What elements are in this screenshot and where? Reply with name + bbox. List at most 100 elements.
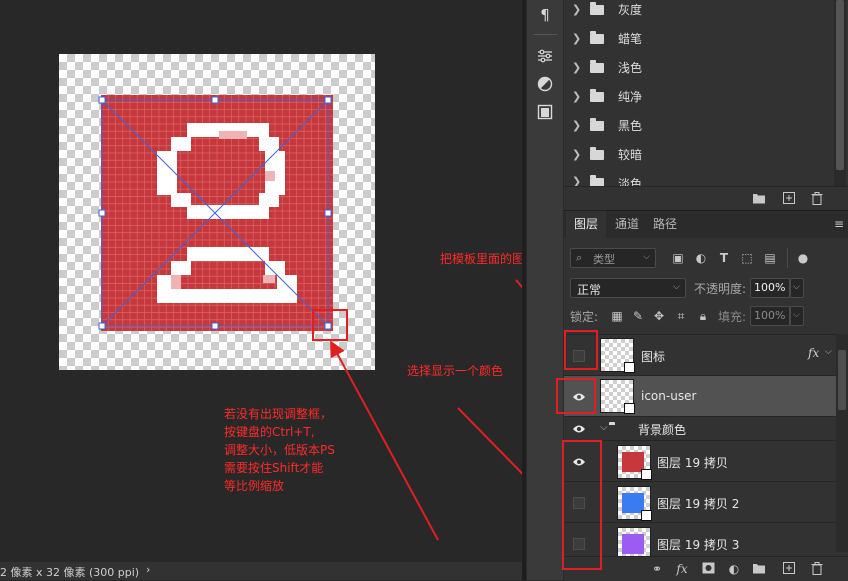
annotation-line: 等比例缩放 bbox=[224, 479, 285, 493]
link-layers-icon[interactable]: ⚭ bbox=[650, 562, 664, 576]
chevron-right-icon[interactable]: ❯ bbox=[572, 32, 586, 45]
right-panel: ❯ 灰度 ❯ 蜡笔 ❯ 浅色 ❯ 纯净 ❯ 黑色 ❯ 较暗 ❯ 淡色 图层 通道… bbox=[564, 0, 848, 581]
lock-all-icon[interactable]: 🔒︎ bbox=[696, 309, 710, 323]
lock-artboard-icon[interactable]: ⌗ bbox=[674, 309, 688, 323]
chevron-down-icon[interactable]: ⌵ bbox=[825, 347, 832, 357]
adjustments-icon[interactable] bbox=[535, 74, 555, 94]
layer-row[interactable]: 图标 fx ⌵ bbox=[564, 334, 836, 376]
annotation-line: 需要按住Shift才能 bbox=[224, 461, 324, 475]
adjustment-filter-icon[interactable]: ◐ bbox=[694, 251, 708, 265]
layer-group-row[interactable]: ⌵ 背景颜色 bbox=[564, 416, 836, 441]
lock-position-icon[interactable]: ✥ bbox=[652, 309, 666, 323]
layer-thumbnail bbox=[617, 486, 652, 521]
chevron-down-icon: ⌵ bbox=[673, 282, 680, 292]
adjustment-preset-folder[interactable]: ❯ 蜡笔 bbox=[564, 24, 834, 53]
folder-icon bbox=[590, 30, 604, 44]
adjustment-preset-folder[interactable]: ❯ 纯净 bbox=[564, 82, 834, 111]
search-icon: ⌕ bbox=[576, 251, 583, 264]
tab-paths[interactable]: 路径 bbox=[645, 211, 685, 238]
scrollbar-thumb[interactable] bbox=[838, 350, 846, 410]
adjustment-preset-folder[interactable]: ❯ 较暗 bbox=[564, 140, 834, 169]
fill-dropdown[interactable]: ⌵ bbox=[790, 306, 804, 326]
image-filter-icon[interactable]: ▣ bbox=[671, 251, 685, 265]
handle-highlight-box bbox=[312, 309, 348, 341]
adjustment-preset-folder[interactable]: ❯ 灰度 bbox=[564, 0, 834, 24]
panel-menu-icon[interactable]: ≡ bbox=[834, 217, 844, 231]
filter-toggle-icon[interactable]: ● bbox=[796, 251, 810, 265]
blend-row: 正常 ⌵ 不透明度: 100% ⌵ bbox=[564, 276, 848, 300]
chevron-right-icon[interactable]: ❯ bbox=[572, 90, 586, 103]
paragraph-icon[interactable]: ¶ bbox=[535, 5, 555, 25]
lock-transparent-icon[interactable]: ▦ bbox=[610, 309, 624, 323]
shape-filter-icon[interactable]: ⬚ bbox=[740, 251, 754, 265]
new-preset-icon[interactable] bbox=[782, 192, 796, 206]
tab-layers[interactable]: 图层 bbox=[566, 211, 607, 238]
fill-input[interactable]: 100% bbox=[750, 306, 790, 326]
trash-icon[interactable] bbox=[810, 192, 824, 206]
opacity-input[interactable]: 100% bbox=[750, 278, 790, 298]
trash-icon[interactable] bbox=[810, 562, 824, 576]
visibility-toggle[interactable] bbox=[564, 417, 594, 441]
layer-row[interactable]: 图层 19 拷贝 3 bbox=[564, 522, 836, 557]
styles-icon[interactable] bbox=[535, 102, 555, 122]
filter-kind-select[interactable]: ⌕ 类型 ⌵ bbox=[570, 248, 656, 268]
smart-object-badge-icon bbox=[624, 403, 635, 414]
adjustment-layer-icon[interactable]: ◐ bbox=[727, 562, 741, 576]
layer-thumbnail bbox=[600, 338, 635, 373]
chevron-down-icon: ⌵ bbox=[793, 282, 800, 292]
layer-name: 图标 bbox=[641, 350, 666, 364]
tab-channels[interactable]: 通道 bbox=[607, 211, 647, 238]
layer-row[interactable]: 图层 19 拷贝 2 bbox=[564, 481, 836, 523]
folder-label: 浅色 bbox=[618, 61, 643, 75]
new-group-icon[interactable] bbox=[752, 562, 766, 576]
layer-row[interactable]: 图层 19 拷贝 bbox=[564, 440, 836, 482]
status-bar: 2 像素 x 32 像素 (300 ppi) › bbox=[0, 562, 522, 580]
chevron-right-icon[interactable]: ❯ bbox=[572, 119, 586, 132]
chevron-down-icon[interactable]: ⌵ bbox=[600, 422, 608, 433]
opacity-value: 100% bbox=[754, 281, 786, 294]
chevron-right-icon[interactable]: ❯ bbox=[572, 148, 586, 161]
layer-thumbnail bbox=[617, 445, 652, 480]
opacity-dropdown[interactable]: ⌵ bbox=[790, 278, 804, 298]
folder-label: 灰度 bbox=[618, 3, 643, 17]
lock-row: 锁定: ▦ ✎ ✥ ⌗ 🔒︎ 填充: 100% ⌵ bbox=[564, 304, 848, 328]
adjustment-preset-folder[interactable]: ❯ 黑色 bbox=[564, 111, 834, 140]
filter-placeholder: 类型 bbox=[593, 253, 615, 266]
scrollbar-thumb[interactable] bbox=[836, 0, 844, 170]
folder-label: 蜡笔 bbox=[618, 32, 643, 46]
blend-mode-select[interactable]: 正常 ⌵ bbox=[570, 278, 686, 298]
divider bbox=[533, 34, 557, 35]
chevron-down-icon: ⌵ bbox=[793, 310, 800, 320]
adjustments-footer bbox=[564, 186, 848, 211]
add-mask-icon[interactable] bbox=[701, 562, 715, 576]
icon-preview bbox=[98, 95, 333, 331]
fx-icon[interactable]: fx bbox=[808, 346, 819, 360]
chevron-right-icon[interactable]: ❯ bbox=[572, 3, 586, 16]
lock-label: 锁定: bbox=[570, 310, 599, 324]
blend-mode-value: 正常 bbox=[577, 283, 602, 297]
folder-icon bbox=[590, 146, 604, 160]
document-size-text: 2 像素 x 32 像素 (300 ppi) bbox=[0, 566, 140, 579]
panel-dock-strip: ¶ bbox=[526, 0, 564, 580]
divider bbox=[787, 248, 788, 268]
folder-label: 纯净 bbox=[618, 90, 643, 104]
group-name: 背景颜色 bbox=[638, 423, 687, 437]
visibility-highlight-box bbox=[556, 378, 596, 414]
folder-label: 较暗 bbox=[618, 148, 643, 162]
folder-icon bbox=[590, 117, 604, 131]
visibility-highlight-box bbox=[564, 330, 598, 370]
smart-object-filter-icon[interactable]: ▤ bbox=[763, 251, 777, 265]
status-menu-arrow[interactable]: › bbox=[146, 563, 150, 576]
new-folder-icon[interactable] bbox=[752, 192, 766, 206]
annotation-transform-help: 若没有出现调整框， 按键盘的Ctrl+T, 调整大小，低版本PS 需要按住Shi… bbox=[224, 405, 335, 495]
properties-icon[interactable] bbox=[535, 46, 555, 66]
layer-row-selected[interactable]: icon-user bbox=[564, 375, 836, 417]
chevron-right-icon[interactable]: ❯ bbox=[572, 61, 586, 74]
adjustment-preset-folder[interactable]: ❯ 浅色 bbox=[564, 53, 834, 82]
new-layer-icon[interactable] bbox=[782, 562, 796, 576]
folder-icon bbox=[590, 1, 604, 15]
fx-icon[interactable]: fx bbox=[675, 562, 689, 576]
lock-image-icon[interactable]: ✎ bbox=[631, 309, 645, 323]
chevron-down-icon: ⌵ bbox=[643, 252, 650, 262]
type-filter-icon[interactable]: T bbox=[717, 251, 731, 265]
